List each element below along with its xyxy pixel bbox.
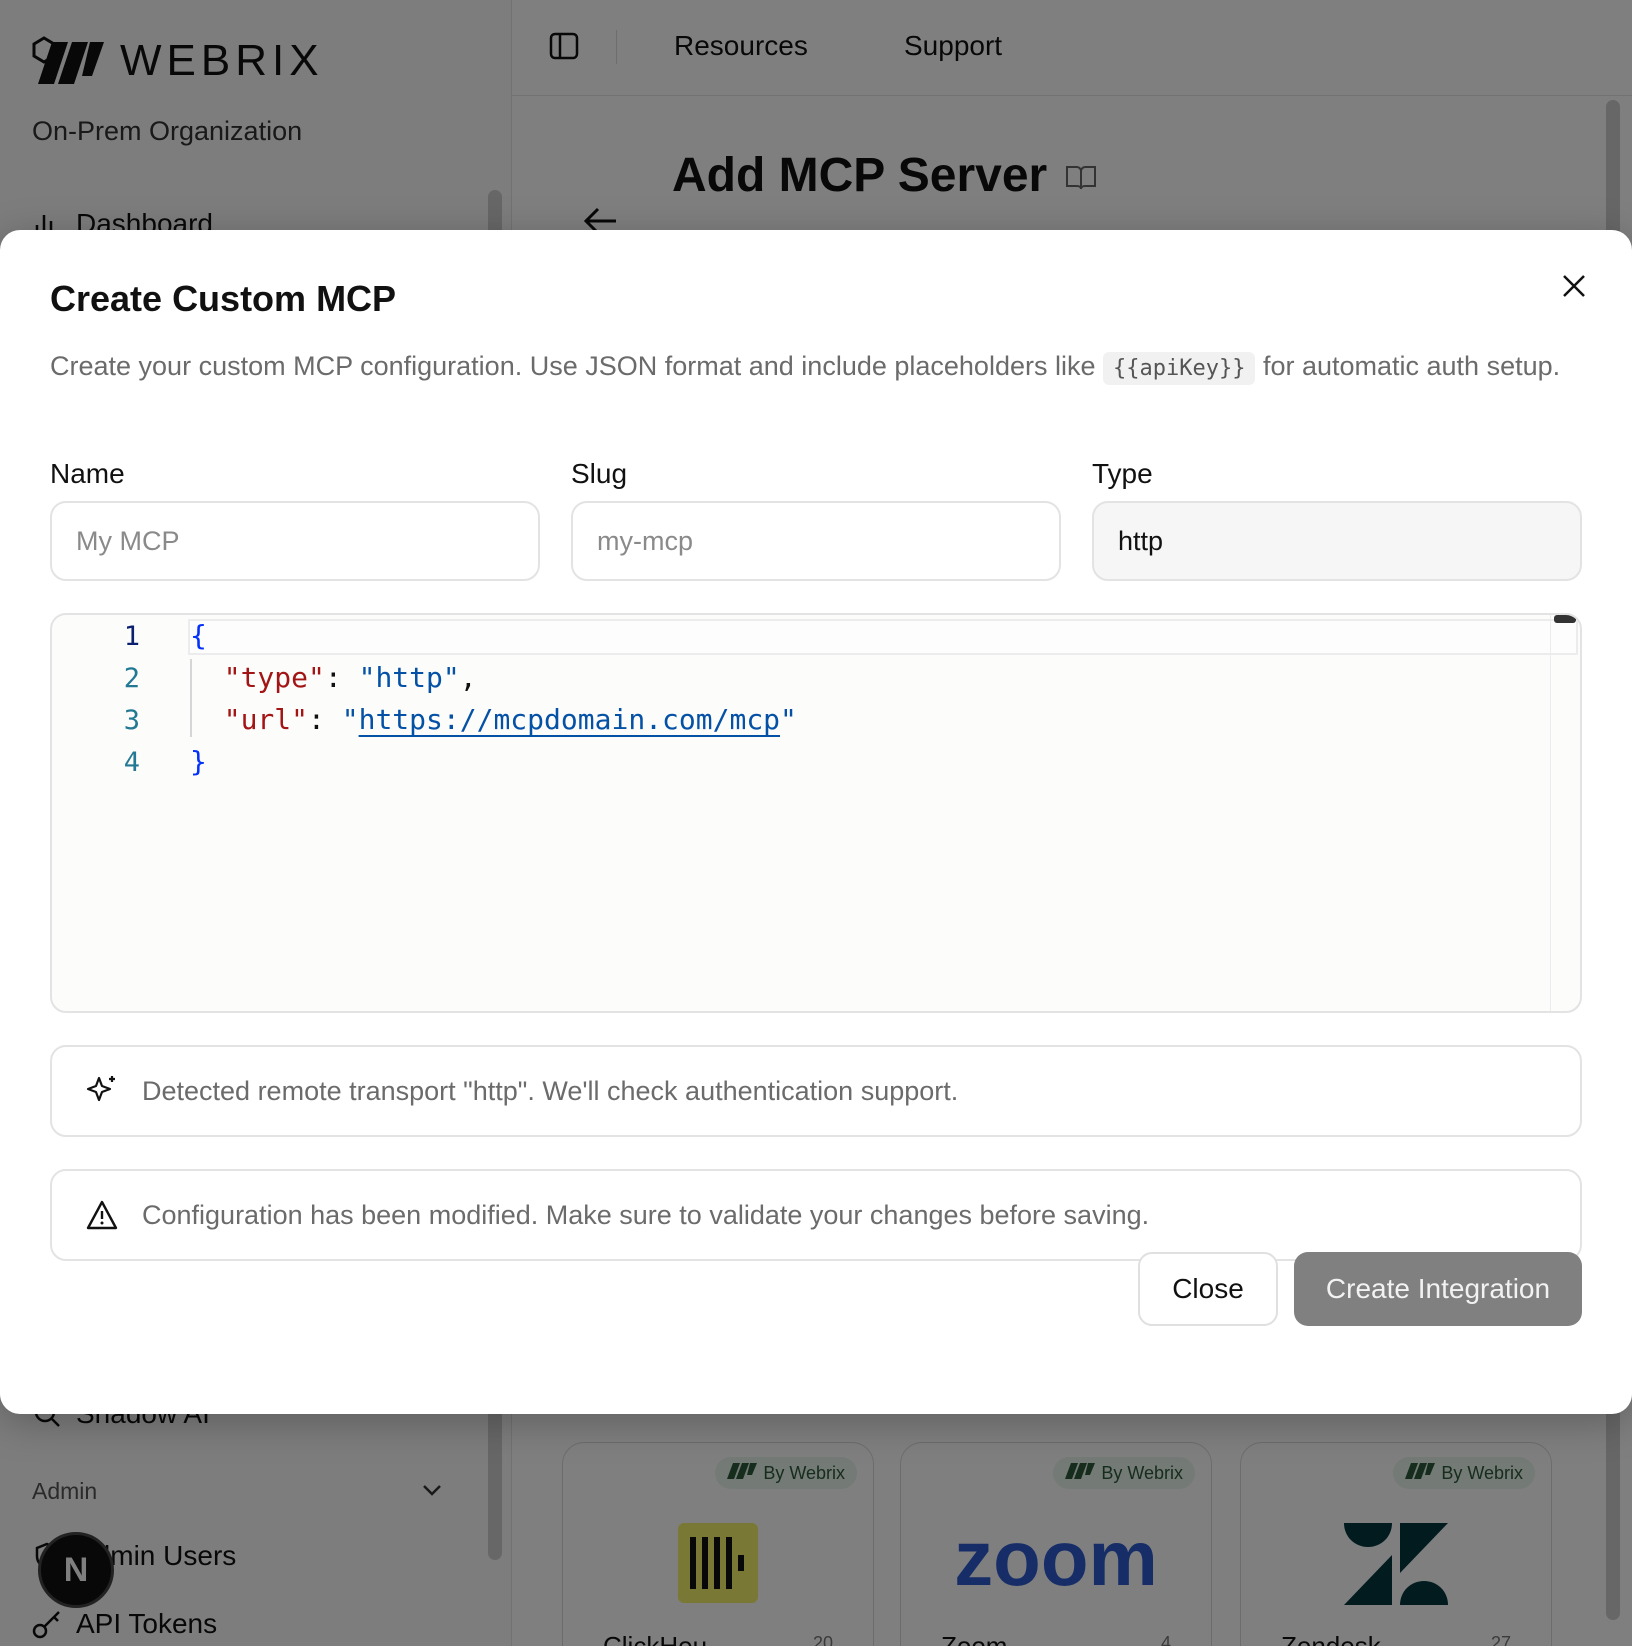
api-key-placeholder-code: {{apiKey}} (1103, 352, 1256, 385)
slug-label: Slug (571, 458, 628, 489)
active-line-highlight (188, 619, 1578, 655)
editor-scrollbar-thumb[interactable] (1554, 615, 1576, 623)
create-custom-mcp-dialog: Create Custom MCP Create your custom MCP… (0, 230, 1632, 1414)
alert-message: Configuration has been modified. Make su… (142, 1199, 1150, 1230)
sparkles-icon (84, 1073, 120, 1109)
type-label: Type (1092, 458, 1153, 489)
modified-warning-alert: Configuration has been modified. Make su… (50, 1169, 1582, 1261)
line-number: 1 (123, 621, 140, 652)
line-number-gutter: 1 2 3 4 (52, 615, 192, 1011)
type-select[interactable]: http (1092, 501, 1582, 581)
close-button[interactable]: Close (1138, 1252, 1278, 1326)
dialog-description: Create your custom MCP configuration. Us… (50, 346, 1570, 389)
dialog-title: Create Custom MCP (50, 278, 397, 319)
url-link[interactable]: https://mcpdomain.com/mcp (359, 703, 780, 736)
slug-input[interactable] (571, 501, 1061, 581)
code-line-2: "type": "http", (223, 661, 477, 694)
line-number: 3 (123, 705, 140, 736)
warning-triangle-icon (84, 1197, 120, 1233)
create-integration-button[interactable]: Create Integration (1294, 1252, 1582, 1326)
code-line-1: { (190, 619, 207, 652)
name-label: Name (50, 458, 125, 489)
transport-info-alert: Detected remote transport "http". We'll … (50, 1045, 1582, 1137)
close-icon[interactable] (1554, 266, 1594, 306)
editor-scrollbar[interactable] (1550, 615, 1580, 1011)
type-select-value: http (1118, 525, 1164, 556)
code-line-4: } (190, 745, 207, 778)
line-number: 4 (123, 747, 140, 778)
name-input[interactable] (50, 501, 540, 581)
line-number: 2 (123, 663, 140, 694)
json-config-editor[interactable]: 1 2 3 4 { "type": "http", "url": "https:… (50, 613, 1582, 1013)
alert-message: Detected remote transport "http". We'll … (142, 1075, 959, 1106)
code-line-3: "url": "https://mcpdomain.com/mcp" (223, 703, 797, 736)
